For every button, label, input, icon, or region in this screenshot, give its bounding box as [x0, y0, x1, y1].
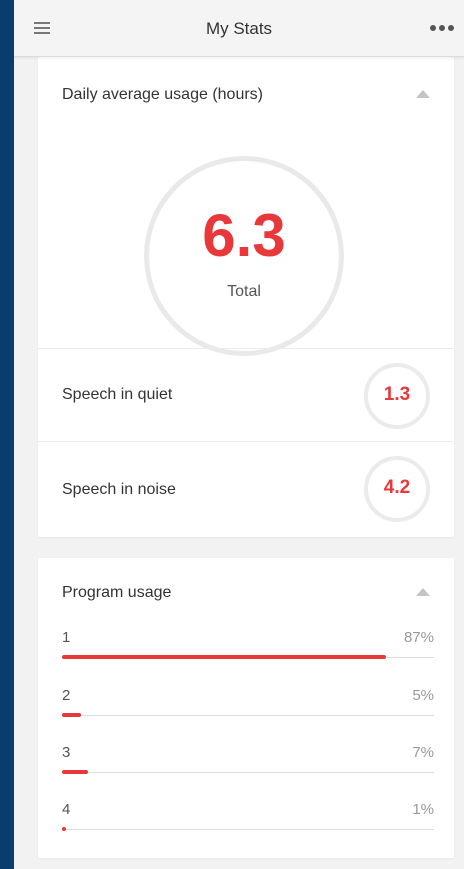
speech-in-quiet-ring: 1.3: [364, 363, 430, 429]
speech-in-quiet-label: Speech in quiet: [62, 386, 173, 403]
program-name: 1: [62, 629, 71, 646]
program-percent: 7%: [412, 744, 434, 761]
program-bar-track: [62, 772, 434, 773]
daily-usage-card: Daily average usage (hours) 6.3 Total Sp…: [38, 56, 454, 537]
program-bar-track: [62, 829, 434, 830]
program-row: 2 5%: [62, 687, 434, 729]
total-usage-ring: 6.3 Total: [144, 156, 344, 356]
program-bar-fill: [62, 770, 88, 774]
top-app-bar: My Stats: [14, 0, 464, 57]
collapse-triangle-icon[interactable]: [416, 588, 430, 596]
program-usage-title: Program usage: [62, 584, 172, 601]
program-percent: 5%: [412, 687, 434, 704]
speech-in-noise-label: Speech in noise: [62, 481, 176, 498]
speech-in-noise-value: 4.2: [383, 477, 411, 498]
program-name: 3: [62, 744, 71, 761]
divider: [38, 348, 454, 349]
program-percent: 87%: [403, 629, 434, 646]
program-bar-track: [62, 715, 434, 716]
total-usage-label: Total: [227, 283, 261, 300]
program-name: 4: [62, 801, 71, 818]
speech-in-noise-ring: 4.2: [364, 456, 430, 522]
program-bar-fill: [62, 713, 81, 717]
daily-usage-title: Daily average usage (hours): [62, 86, 263, 103]
total-usage-value: 6.3: [202, 202, 286, 269]
program-name: 2: [62, 687, 71, 704]
program-usage-card: Program usage 1 87% 2 5% 3 7% 4 1%: [38, 558, 454, 858]
program-row: 4 1%: [62, 801, 434, 843]
speech-in-quiet-value: 1.3: [383, 384, 411, 405]
program-row: 1 87%: [62, 629, 434, 671]
divider: [38, 441, 454, 442]
app-screen: My Stats Daily average usage (hours) 6.3…: [14, 0, 464, 869]
more-options-icon[interactable]: [430, 25, 454, 31]
collapse-triangle-icon[interactable]: [416, 90, 430, 98]
program-bar-fill: [62, 827, 66, 831]
program-percent: 1%: [412, 801, 434, 818]
page-title: My Stats: [205, 19, 273, 38]
program-row: 3 7%: [62, 744, 434, 786]
program-bar-fill: [62, 655, 386, 659]
